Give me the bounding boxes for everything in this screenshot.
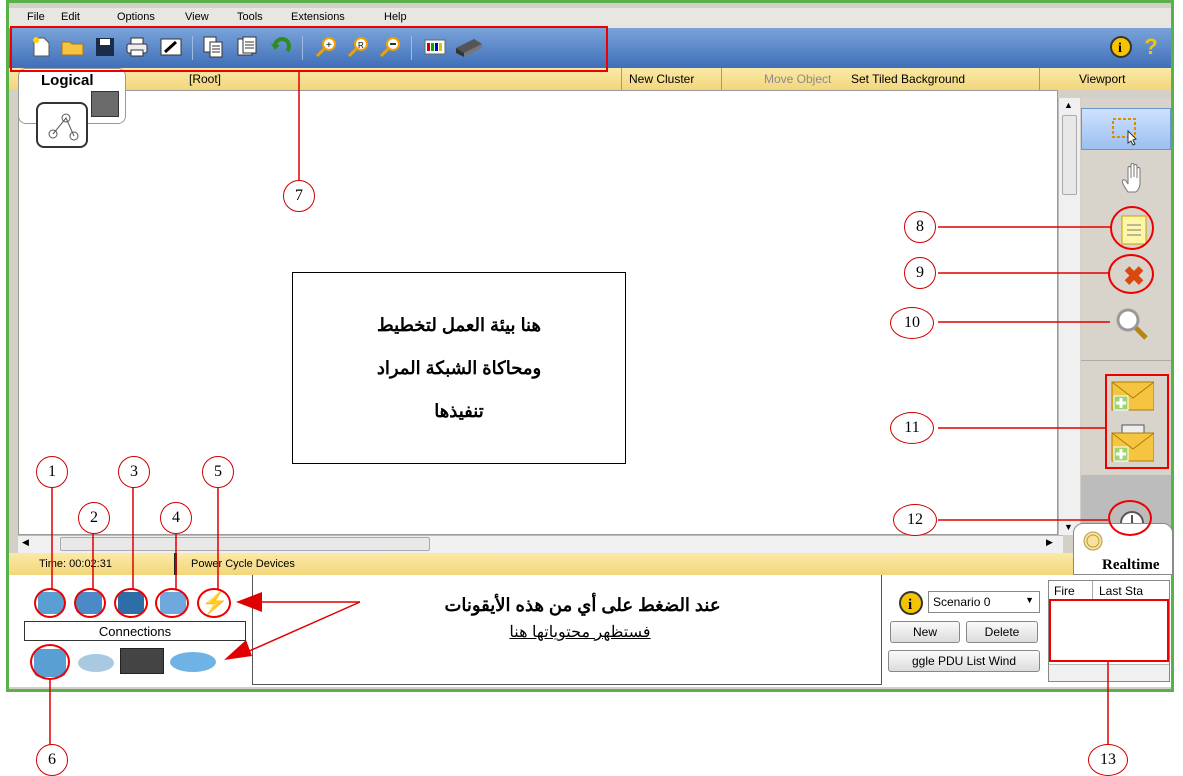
callout-1: 1 bbox=[36, 456, 68, 488]
callout-4: 4 bbox=[160, 502, 192, 534]
callout-13: 13 bbox=[1088, 744, 1128, 776]
callout-3: 3 bbox=[118, 456, 150, 488]
callout-12: 12 bbox=[893, 504, 937, 536]
annotation-lines bbox=[49, 72, 1112, 745]
callout-10: 10 bbox=[890, 307, 934, 339]
callout-7: 7 bbox=[283, 180, 315, 212]
callout-11: 11 bbox=[890, 412, 934, 444]
callout-6: 6 bbox=[36, 744, 68, 776]
callout-9: 9 bbox=[904, 257, 936, 289]
callout-8: 8 bbox=[904, 211, 936, 243]
callout-2: 2 bbox=[78, 502, 110, 534]
callout-5: 5 bbox=[202, 456, 234, 488]
